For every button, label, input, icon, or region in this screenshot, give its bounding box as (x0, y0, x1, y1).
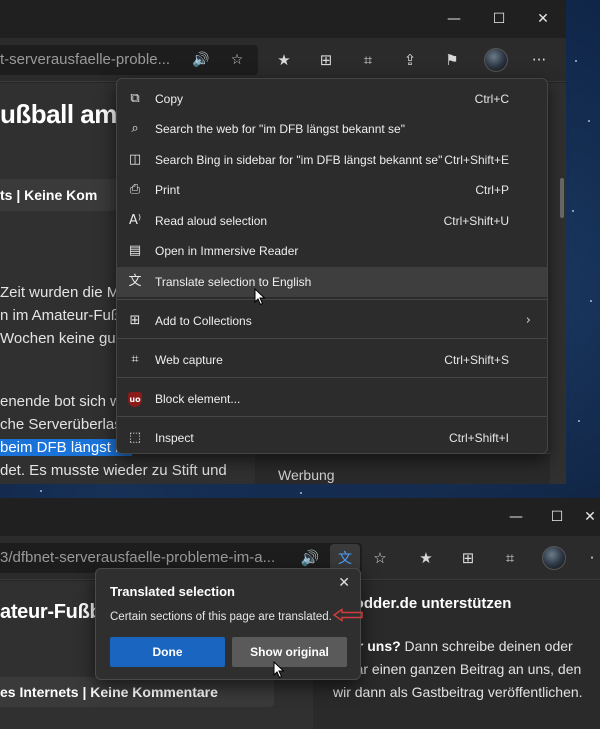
menu-separator (117, 299, 547, 300)
menu-item-label: Search Bing in sidebar for "im DFB längs… (155, 153, 443, 167)
menu-item-label: Web capture (155, 353, 223, 367)
menu-item-label: Copy (155, 92, 184, 106)
minimize-icon[interactable]: — (432, 0, 476, 38)
sidebar-text: s für uns? Dann schreibe deinen oder sog… (333, 635, 591, 704)
mouse-cursor-icon (273, 661, 285, 679)
menu-item-search-web[interactable]: ⌕ Search the web for "im DFB längst beka… (117, 114, 547, 144)
mouse-cursor-icon (254, 288, 266, 306)
menu-item-inspect[interactable]: ⬚ Inspect Ctrl+Shift+I (117, 423, 547, 453)
minimize-icon[interactable]: — (494, 498, 538, 536)
address-bar[interactable]: t-serverausfaelle-proble... 🔊 ☆ (0, 45, 258, 75)
article-line: det. Es musste wieder zu Stift und (0, 462, 227, 479)
menu-item-print[interactable]: ⎙ Print Ctrl+P (117, 175, 547, 205)
menu-item-translate[interactable]: 文 Translate selection to English (117, 267, 547, 297)
title-bar: — ☐ ✕ (0, 498, 600, 536)
article-meta: ts | Keine Kom (0, 179, 118, 211)
address-text: t-serverausfaelle-proble... (0, 51, 171, 68)
popup-title: Translated selection (110, 584, 235, 599)
menu-item-label: Read aloud selection (155, 214, 268, 228)
browser-toolbar: t-serverausfaelle-proble... 🔊 ☆ ★ ⊞ ⌗ ⇪ … (0, 38, 566, 82)
more-menu-icon[interactable]: · (578, 544, 600, 572)
translate-icon: 文 (128, 274, 142, 289)
menu-item-block-element[interactable]: uo Block element... (117, 384, 547, 414)
menu-item-label: Search the web for "im DFB längst bekann… (155, 122, 405, 136)
read-aloud-icon: A⁾ (128, 213, 142, 228)
menu-item-shortcut: Ctrl+Shift+U (443, 214, 509, 228)
menu-item-shortcut: Ctrl+Shift+I (448, 431, 509, 445)
scrollbar[interactable] (560, 178, 564, 218)
chevron-right-icon: › (525, 313, 531, 328)
favorites-icon[interactable]: ★ (270, 46, 298, 74)
show-original-button[interactable]: Show original (232, 637, 347, 667)
menu-item-label: Add to Collections (155, 314, 252, 328)
maximize-icon[interactable]: ☐ (477, 0, 521, 38)
close-icon[interactable]: ✕ (521, 0, 565, 38)
article-meta: es Internets | Keine Kommentare (0, 677, 274, 707)
menu-item-add-to-collections[interactable]: ⊞ Add to Collections › (117, 306, 547, 336)
collections-icon: ⊞ (129, 313, 141, 328)
web-capture-icon: ⌗ (131, 352, 139, 367)
done-button[interactable]: Done (110, 637, 225, 667)
ublock-icon: uo (126, 384, 144, 414)
ad-label: Werbung (278, 467, 335, 483)
immersive-reader-icon: ▤ (128, 243, 142, 258)
menu-separator (117, 377, 547, 378)
menu-separator (117, 338, 547, 339)
search-icon: ⌕ (131, 121, 139, 136)
web-capture-icon[interactable]: ⌗ (354, 46, 382, 74)
favorite-star-icon[interactable]: ☆ (366, 544, 394, 572)
print-icon: ⎙ (129, 182, 141, 197)
profile-avatar[interactable] (542, 546, 566, 570)
menu-item-label: Block element... (155, 392, 241, 406)
web-capture-icon[interactable]: ⌗ (496, 544, 524, 572)
profile-avatar[interactable] (484, 48, 508, 72)
feedback-icon[interactable]: ⚑ (438, 46, 466, 74)
menu-item-shortcut: Ctrl+C (474, 92, 509, 106)
menu-separator (117, 416, 547, 417)
menu-item-shortcut: Ctrl+Shift+E (444, 153, 509, 167)
menu-item-search-bing-sidebar[interactable]: ◫ Search Bing in sidebar for "im DFB län… (117, 145, 547, 175)
article-title: ußball am (0, 99, 117, 129)
menu-item-read-aloud[interactable]: A⁾ Read aloud selection Ctrl+Shift+U (117, 206, 547, 236)
collections-icon[interactable]: ⊞ (454, 544, 482, 572)
context-menu: ⧉ Copy Ctrl+C ⌕ Search the web for "im D… (116, 78, 548, 454)
menu-item-immersive-reader[interactable]: ▤ Open in Immersive Reader (117, 236, 547, 266)
read-aloud-icon[interactable]: 🔊 (190, 45, 212, 75)
popup-text: Certain sections of this page are transl… (110, 611, 332, 623)
menu-item-label: Print (155, 183, 180, 197)
collections-icon[interactable]: ⊞ (312, 46, 340, 74)
translated-selection-popup: Translated selection ✕ Certain sections … (95, 568, 361, 680)
menu-item-copy[interactable]: ⧉ Copy Ctrl+C (117, 84, 547, 114)
menu-item-web-capture[interactable]: ⌗ Web capture Ctrl+Shift+S (117, 345, 547, 375)
favorite-star-icon[interactable]: ☆ (226, 45, 248, 75)
close-icon[interactable]: ✕ (575, 498, 600, 536)
menu-item-label: Open in Immersive Reader (155, 244, 299, 258)
selected-text[interactable]: beim DFB längst be (0, 439, 132, 456)
favorites-icon[interactable]: ★ (412, 544, 440, 572)
more-menu-icon[interactable]: ··· (525, 46, 553, 74)
sidebar-search-icon: ◫ (128, 152, 142, 167)
menu-item-shortcut: Ctrl+P (475, 183, 509, 197)
menu-item-label: Translate selection to English (155, 275, 312, 289)
maximize-icon[interactable]: ☐ (535, 498, 579, 536)
menu-item-shortcut: Ctrl+Shift+S (444, 353, 509, 367)
share-icon[interactable]: ⇪ (396, 46, 424, 74)
close-icon[interactable]: ✕ (338, 575, 350, 591)
annotation-arrow-icon (332, 608, 363, 622)
menu-item-label: Inspect (155, 431, 194, 445)
address-text: 3/dfbnet-serverausfaelle-probleme-im-a..… (0, 549, 276, 566)
title-bar: — ☐ ✕ (0, 0, 566, 38)
inspect-icon: ⬚ (128, 430, 142, 445)
copy-icon: ⧉ (130, 91, 140, 106)
